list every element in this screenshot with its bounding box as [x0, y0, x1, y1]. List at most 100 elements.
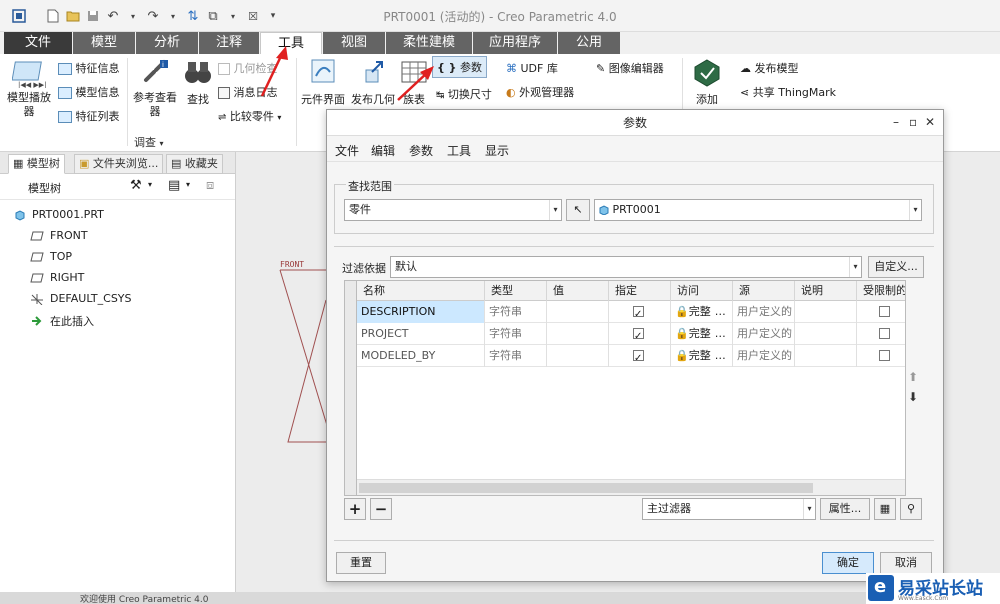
col-source[interactable]: 源 — [733, 281, 795, 301]
tab-model[interactable]: 模型 — [73, 32, 135, 54]
settings-tools-icon[interactable]: ⚒ — [130, 178, 142, 193]
dropdown-arrow-icon: ▾ — [277, 113, 282, 122]
filter-icon[interactable]: ⧈ — [206, 178, 214, 193]
lock-icon: 🔒 — [675, 327, 689, 340]
tab-flexible-modeling[interactable]: 柔性建模 — [386, 32, 472, 54]
tab-folder-browser[interactable]: ▣ 文件夹浏览... — [74, 154, 164, 174]
binoculars-icon — [185, 62, 211, 83]
feature-list-button[interactable]: 特征列表 — [58, 108, 120, 124]
tab-annotate[interactable]: 注释 — [199, 32, 259, 54]
udf-library-button[interactable]: ⌘ UDF 库 — [506, 60, 558, 76]
tree-item-insert-here[interactable]: 在此插入 — [30, 313, 94, 329]
scope-object-select[interactable]: PRT0001 ▾ — [594, 199, 922, 221]
restricted-checkbox[interactable] — [879, 306, 890, 317]
ribbon-tabs: 文件 模型 分析 注释 工具 视图 柔性建模 应用程序 公用 — [0, 32, 1000, 54]
menu-edit[interactable]: 编辑 — [371, 142, 395, 159]
customize-button[interactable]: 自定义... — [868, 256, 924, 278]
table-view-button[interactable]: ▦ — [874, 498, 896, 520]
move-up-icon[interactable]: ⬆ — [908, 370, 918, 384]
cancel-button[interactable]: 取消 — [880, 552, 932, 574]
col-description[interactable]: 说明 — [795, 281, 857, 301]
tab-analysis[interactable]: 分析 — [136, 32, 198, 54]
scope-type-select[interactable]: 零件 ▾ — [344, 199, 562, 221]
menu-parameters[interactable]: 参数 — [409, 142, 433, 159]
remove-parameter-button[interactable]: − — [370, 498, 392, 520]
geometry-check-button[interactable]: 几何检查 — [218, 60, 278, 76]
tab-tools[interactable]: 工具 — [260, 32, 322, 54]
tab-model-tree[interactable]: ▦ 模型树 — [8, 154, 65, 174]
compare-parts-button[interactable]: ⇌ 比较零件 ▾ — [218, 108, 281, 124]
restricted-checkbox[interactable] — [879, 350, 890, 361]
chevron-down-icon: ▾ — [159, 139, 164, 148]
close-icon[interactable]: ✕ — [925, 115, 935, 129]
appearance-manager-button[interactable]: ◐ 外观管理器 — [506, 84, 574, 100]
tab-favorites[interactable]: ▤ 收藏夹 — [166, 154, 223, 174]
maximize-icon[interactable]: ▫ — [909, 115, 917, 129]
tab-view[interactable]: 视图 — [323, 32, 385, 54]
tree-item-front[interactable]: FRONT — [30, 229, 88, 242]
tree-item-part[interactable]: PRT0001.PRT — [14, 208, 104, 221]
menu-display[interactable]: 显示 — [485, 142, 509, 159]
model-tree-panel: ▦ 模型树 ▣ 文件夹浏览... ▤ 收藏夹 模型树 ⚒ ▾ ▤ ▾ ⧈ PRT… — [0, 152, 236, 592]
designate-checkbox[interactable] — [633, 326, 644, 345]
show-dropdown-icon[interactable]: ▾ — [186, 180, 190, 189]
scrollbar-thumb[interactable] — [359, 483, 813, 493]
component-interface-button[interactable]: 元件界面 — [300, 58, 346, 107]
model-tree-heading: 模型树 — [28, 182, 61, 195]
col-access[interactable]: 访问 — [671, 281, 733, 301]
model-info-button[interactable]: 模型信息 — [58, 84, 120, 100]
tab-applications[interactable]: 应用程序 — [473, 32, 557, 54]
tab-file[interactable]: 文件 — [4, 32, 72, 54]
appearance-icon: ◐ — [506, 86, 516, 99]
reference-viewer-button[interactable]: i 参考查看器 — [132, 58, 178, 119]
reset-button[interactable]: 重置 — [336, 552, 386, 574]
tab-utilities[interactable]: 公用 — [558, 32, 620, 54]
filter-select[interactable]: 默认 ▾ — [390, 256, 862, 278]
col-name[interactable]: 名称 — [357, 281, 485, 301]
feature-info-button[interactable]: 特征信息 — [58, 60, 120, 76]
tree-item-top[interactable]: TOP — [30, 250, 72, 263]
col-restricted[interactable]: 受限制的 — [857, 281, 905, 301]
parameters-table: 名称 类型 值 指定 访问 源 说明 受限制的 DESCRIPTION 字符串 … — [356, 280, 906, 496]
table-row[interactable]: DESCRIPTION 字符串 🔒完整… 用户定义的 — [357, 301, 905, 323]
select-object-button[interactable]: ↖ — [566, 199, 590, 221]
publish-geometry-button[interactable]: 发布几何 — [350, 58, 396, 107]
col-value[interactable]: 值 — [547, 281, 609, 301]
move-down-icon[interactable]: ⬇ — [908, 390, 918, 404]
ok-button[interactable]: 确定 — [822, 552, 874, 574]
col-type[interactable]: 类型 — [485, 281, 547, 301]
table-row[interactable]: MODELED_BY 字符串 🔒完整… 用户定义的 — [357, 345, 905, 367]
parameters-button[interactable]: { } 参数 — [432, 56, 487, 78]
model-player-button[interactable]: |◀◀ ▶▶| 模型播放器 — [6, 58, 52, 119]
add-parameter-button[interactable]: + — [344, 498, 366, 520]
log-icon — [218, 87, 230, 99]
share-thingmark-button[interactable]: ⋖ 共享 ThingMark — [740, 84, 836, 100]
switch-dimensions-button[interactable]: ↹ 切换尺寸 — [436, 86, 492, 102]
image-editor-button[interactable]: ✎ 图像编辑器 — [596, 60, 664, 76]
designate-checkbox[interactable] — [633, 304, 644, 323]
tree-item-csys[interactable]: DEFAULT_CSYS — [30, 292, 132, 305]
main-filter-select[interactable]: 主过滤器 ▾ — [642, 498, 816, 520]
menu-file[interactable]: 文件 — [335, 142, 359, 159]
find-button[interactable]: 查找 — [182, 58, 214, 107]
add-button[interactable]: 添加 — [690, 58, 724, 107]
horizontal-scrollbar[interactable] — [357, 479, 905, 495]
col-designate[interactable]: 指定 — [609, 281, 671, 301]
properties-button[interactable]: 属性... — [820, 498, 870, 520]
chevron-down-icon: ▾ — [549, 200, 561, 220]
investigate-group[interactable]: 调查 ▾ — [134, 134, 164, 150]
show-icon[interactable]: ▤ — [168, 178, 180, 193]
find-parameter-button[interactable]: ⚲ — [900, 498, 922, 520]
family-table-button[interactable]: 族表 — [398, 58, 430, 107]
message-log-button[interactable]: 消息日志 — [218, 84, 278, 100]
menu-tools[interactable]: 工具 — [447, 142, 471, 159]
part-icon — [15, 209, 25, 221]
restricted-checkbox[interactable] — [879, 328, 890, 339]
minimize-icon[interactable]: – — [893, 115, 899, 129]
publish-model-button[interactable]: ☁ 发布模型 — [740, 60, 799, 76]
designate-checkbox[interactable] — [633, 348, 644, 367]
table-row[interactable]: PROJECT 字符串 🔒完整… 用户定义的 — [357, 323, 905, 345]
settings-dropdown-icon[interactable]: ▾ — [148, 180, 152, 189]
tree-item-right[interactable]: RIGHT — [30, 271, 84, 284]
image-editor-icon: ✎ — [596, 62, 606, 75]
